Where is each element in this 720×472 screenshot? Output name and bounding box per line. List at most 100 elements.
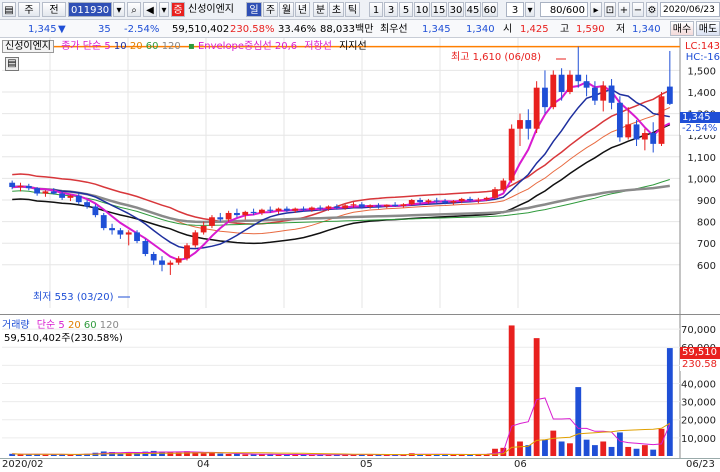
candle-body xyxy=(242,211,249,216)
menu-button-2[interactable]: 전 xyxy=(42,2,66,17)
candle-body xyxy=(258,209,265,213)
turnover-rate: 33.46% xyxy=(278,24,317,35)
volume-bar xyxy=(508,325,515,456)
high-annotation: 최고 1,610 (06/08) xyxy=(451,52,542,63)
low-label: 저 xyxy=(616,24,626,35)
candle-body xyxy=(250,211,257,213)
ma120-label: 120 xyxy=(161,41,181,52)
date-input[interactable]: 2020/06/23 xyxy=(660,2,720,17)
candle-body xyxy=(525,120,532,129)
support-label[interactable]: 지지선 xyxy=(339,41,367,52)
settings-icon[interactable]: ⚙ xyxy=(646,2,658,17)
candle-body xyxy=(375,205,382,207)
zoom-in-icon[interactable]: + xyxy=(618,2,630,17)
volume-bar xyxy=(517,441,523,456)
candle-body xyxy=(467,198,473,201)
period-month-button[interactable]: 월 xyxy=(279,2,294,17)
candle-body xyxy=(442,201,448,203)
zoom-out-icon[interactable]: − xyxy=(632,2,644,17)
candle-body xyxy=(17,185,24,188)
credit-badge-icon: 증 xyxy=(171,2,185,17)
candle-body xyxy=(533,87,540,129)
volume-bar xyxy=(633,448,640,456)
stock-legend-label[interactable]: 신성이엔지 xyxy=(2,40,54,53)
candle-body xyxy=(450,201,457,203)
interval-button[interactable]: 30 xyxy=(448,2,464,17)
volume-bar xyxy=(608,446,615,456)
candle-body xyxy=(641,133,648,140)
ma10-label: 10 xyxy=(113,41,127,52)
y-tick-label: 600 xyxy=(697,261,716,272)
interval-button[interactable]: 45 xyxy=(465,2,481,17)
volume-bar xyxy=(542,439,548,456)
candle-body xyxy=(342,205,349,209)
volume-pct-tag: 230.58 xyxy=(680,359,720,371)
period-day-button[interactable]: 일 xyxy=(246,2,262,17)
volume-summary: 59,510,402주(230.58%) xyxy=(4,333,123,344)
volume-bar xyxy=(234,453,240,456)
interval-button[interactable]: 10 xyxy=(414,2,430,17)
speaker-dropdown-icon[interactable]: ▾ xyxy=(159,2,169,17)
period-second-button[interactable]: 초 xyxy=(329,2,344,17)
period-week-button[interactable]: 주 xyxy=(263,2,278,17)
interval-input[interactable]: 3 xyxy=(506,2,524,17)
code-dropdown-icon[interactable]: ▾ xyxy=(113,2,125,17)
ma-label[interactable]: 종가 단순 xyxy=(61,41,101,52)
candle-body xyxy=(175,258,182,263)
candle-body xyxy=(492,189,498,198)
interval-dropdown-icon[interactable]: ▾ xyxy=(525,2,535,17)
candle-body xyxy=(225,212,232,220)
candle-body xyxy=(50,191,57,194)
volume-bar xyxy=(550,430,557,456)
price-chart[interactable]: 1,5001,4001,3001,2001,1001,0009008007006… xyxy=(0,38,720,314)
candle-body xyxy=(600,85,607,101)
menu-icon[interactable]: ▤ xyxy=(2,2,16,17)
candle-body xyxy=(591,87,598,101)
count-step-icon[interactable]: ▸ xyxy=(590,2,602,17)
candle-body xyxy=(616,102,623,138)
envelope-label[interactable]: Envelope중심선 20,6 xyxy=(198,41,297,52)
period-minute-button[interactable]: 분 xyxy=(313,2,328,17)
volume-bar xyxy=(641,445,648,456)
candle-body xyxy=(550,74,557,108)
buy-button[interactable]: 매수 xyxy=(670,21,694,36)
vma60-label: 60 xyxy=(83,320,97,331)
volume-value: 59,510,402 xyxy=(172,24,230,35)
candle-body xyxy=(517,120,523,129)
trade-amount: 88,033백만 xyxy=(320,24,374,35)
candle-body xyxy=(500,180,507,190)
lock-icon[interactable]: ⊡ xyxy=(604,2,616,17)
x-label: 05 xyxy=(360,459,373,470)
search-icon[interactable]: ⌕ xyxy=(127,2,141,17)
interval-button[interactable]: 3 xyxy=(384,2,398,17)
high-price: 1,590 xyxy=(576,24,605,35)
stock-code-input[interactable]: 011930 xyxy=(68,2,112,17)
y-tick-label: 1,500 xyxy=(687,66,716,77)
interval-button[interactable]: 5 xyxy=(399,2,413,17)
vma20-label: 20 xyxy=(67,320,81,331)
candle-body xyxy=(367,205,374,207)
panel-toggle-icon[interactable]: ▤ xyxy=(5,57,19,71)
interval-button[interactable]: 1 xyxy=(369,2,383,17)
y-tick-label: 1,100 xyxy=(687,153,716,164)
volume-legend-label[interactable]: 거래량 xyxy=(2,320,30,331)
volume-bar xyxy=(591,445,598,456)
speaker-icon[interactable]: ◀ xyxy=(143,2,157,17)
volume-ma-label[interactable]: 단순 xyxy=(37,320,55,331)
interval-button[interactable]: 15 xyxy=(431,2,447,17)
period-tick-button[interactable]: 틱 xyxy=(345,2,360,17)
candle-body xyxy=(283,208,290,211)
sell-button[interactable]: 매도 xyxy=(696,21,720,36)
x-label: 06/23 xyxy=(686,459,715,470)
count-input[interactable]: 80/600 xyxy=(540,2,588,17)
menu-button-1[interactable]: 주 xyxy=(18,2,40,17)
interval-button[interactable]: 60 xyxy=(482,2,498,17)
volume-bar xyxy=(25,454,32,456)
x-label: 06 xyxy=(514,459,527,470)
x-label: 2020/02 xyxy=(2,459,44,470)
quote-info-bar: 1,345 ▼ 35 -2.54% 59,510,402 230.58% 33.… xyxy=(0,20,720,38)
period-year-button[interactable]: 년 xyxy=(295,2,310,17)
candle-body xyxy=(333,206,340,209)
resistance-label[interactable]: 저항선 xyxy=(304,41,332,52)
down-arrow-icon: ▼ xyxy=(58,24,66,35)
